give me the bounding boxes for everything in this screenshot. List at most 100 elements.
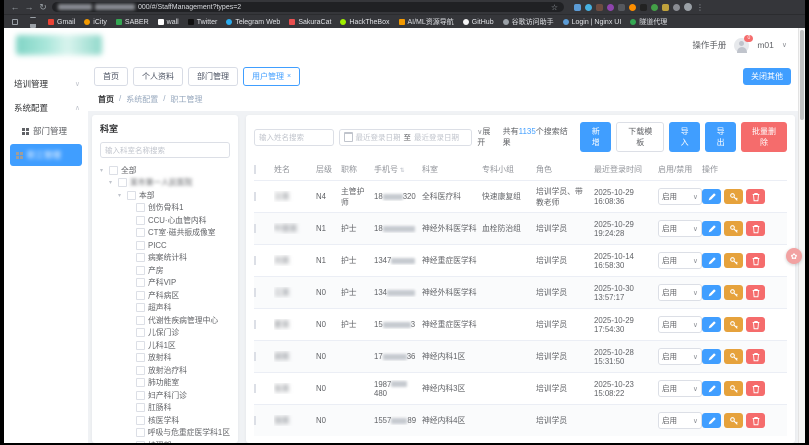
tree-node[interactable]: CCU·心血管内科 xyxy=(100,214,230,227)
tree-caret-icon[interactable]: ▾ xyxy=(100,167,106,174)
extension-icon[interactable] xyxy=(607,4,614,11)
edit-button[interactable] xyxy=(702,349,721,364)
sidebar-item[interactable]: 职工管理 xyxy=(10,144,82,166)
bookmark-item[interactable] xyxy=(12,19,21,25)
bookmark-item[interactable]: SakuraCat xyxy=(289,19,331,26)
tree-checkbox[interactable] xyxy=(136,203,145,212)
tree-checkbox[interactable] xyxy=(136,316,145,325)
login-date-range-picker[interactable]: 最近登录日期 至 最近登录日期 xyxy=(339,129,473,146)
tree-node[interactable]: 呼吸与危重症医学科1区 xyxy=(100,427,230,440)
tree-checkbox[interactable] xyxy=(136,378,145,387)
browser-profile-avatar[interactable] xyxy=(684,3,692,11)
back-icon[interactable]: ← xyxy=(10,0,20,14)
edit-button[interactable] xyxy=(702,285,721,300)
breadcrumb-item[interactable]: 系统配置 xyxy=(126,94,158,105)
extension-icon[interactable] xyxy=(640,4,647,11)
row-checkbox[interactable] xyxy=(254,384,256,393)
tree-caret-icon[interactable]: ▾ xyxy=(118,192,124,199)
status-select[interactable]: 启用∨ xyxy=(658,252,702,269)
bookmark-item[interactable]: iCity xyxy=(84,19,107,26)
user-avatar[interactable]: 0 xyxy=(734,38,749,53)
row-checkbox[interactable] xyxy=(254,320,256,329)
tree-node[interactable]: CT室·磁共振成像室 xyxy=(100,227,230,240)
bookmark-item[interactable] xyxy=(30,17,39,28)
bookmark-item[interactable]: 隧道代理 xyxy=(630,17,667,27)
extension-icon[interactable] xyxy=(651,4,658,11)
status-select[interactable]: 启用∨ xyxy=(658,348,702,365)
tree-checkbox[interactable] xyxy=(136,303,145,312)
bookmark-item[interactable]: 谷歌访问助手 xyxy=(503,17,554,27)
delete-button[interactable] xyxy=(746,349,765,364)
delete-button[interactable] xyxy=(746,221,765,236)
tab-个人资料[interactable]: 个人资料 xyxy=(133,67,183,86)
bookmark-item[interactable]: wall xyxy=(158,19,179,26)
row-checkbox[interactable] xyxy=(254,192,256,201)
sidebar-item[interactable]: 部门管理 xyxy=(4,120,88,142)
tab-部门管理[interactable]: 部门管理 xyxy=(188,67,238,86)
expand-filters-link[interactable]: ∨展开 xyxy=(477,126,497,148)
tree-node[interactable]: 护理部 xyxy=(100,439,230,443)
reset-password-button[interactable] xyxy=(724,221,743,236)
feedback-float-button[interactable]: ✿ xyxy=(786,248,802,264)
tree-node[interactable]: 儿科1区 xyxy=(100,339,230,352)
tree-node[interactable]: 肛肠科 xyxy=(100,402,230,415)
tree-node[interactable]: 创伤骨科1 xyxy=(100,202,230,215)
extension-icon[interactable] xyxy=(574,4,581,11)
tree-node[interactable]: ▾某市第一人民医院 xyxy=(100,177,230,190)
edit-button[interactable] xyxy=(702,221,721,236)
bookmark-item[interactable]: GitHub xyxy=(463,19,494,26)
导出-button[interactable]: 导出 xyxy=(705,122,736,152)
status-select[interactable]: 启用∨ xyxy=(658,220,702,237)
bookmark-item[interactable]: Login | Nginx UI xyxy=(563,19,622,26)
tree-checkbox[interactable] xyxy=(109,166,118,175)
forward-icon[interactable]: → xyxy=(24,0,34,14)
row-checkbox[interactable] xyxy=(254,224,256,233)
reset-password-button[interactable] xyxy=(724,253,743,268)
status-select[interactable]: 启用∨ xyxy=(658,188,702,205)
tree-node[interactable]: 放射科 xyxy=(100,352,230,365)
tree-node[interactable]: 妇产科门诊 xyxy=(100,389,230,402)
tree-checkbox[interactable] xyxy=(136,353,145,362)
delete-button[interactable] xyxy=(746,317,765,332)
tree-checkbox[interactable] xyxy=(136,228,145,237)
edit-button[interactable] xyxy=(702,189,721,204)
page-scrollbar[interactable] xyxy=(798,28,805,443)
extension-icon[interactable] xyxy=(618,4,625,11)
manual-link[interactable]: 操作手册 xyxy=(692,39,726,51)
tree-node[interactable]: 产科VIP xyxy=(100,277,230,290)
tree-checkbox[interactable] xyxy=(136,441,145,443)
name-search-input[interactable]: 输入姓名搜索 xyxy=(254,129,334,146)
tree-checkbox[interactable] xyxy=(136,391,145,400)
reset-password-button[interactable] xyxy=(724,413,743,428)
extension-icon[interactable] xyxy=(585,4,592,11)
tree-checkbox[interactable] xyxy=(136,428,145,437)
row-checkbox[interactable] xyxy=(254,352,256,361)
tree-node[interactable]: ▾全部 xyxy=(100,164,230,177)
tab-用户管理[interactable]: 用户管理× xyxy=(243,67,300,86)
close-others-button[interactable]: 关闭其他 xyxy=(743,68,791,85)
bookmark-item[interactable]: Gmail xyxy=(48,19,75,26)
sidebar-group-training[interactable]: 培训管理∨ xyxy=(4,72,88,96)
tree-checkbox[interactable] xyxy=(136,366,145,375)
row-checkbox[interactable] xyxy=(254,288,256,297)
新增-button[interactable]: 新增 xyxy=(580,122,611,152)
close-tab-icon[interactable]: × xyxy=(287,73,291,80)
tree-checkbox[interactable] xyxy=(136,278,145,287)
extension-icon[interactable] xyxy=(673,4,680,11)
extension-icon[interactable] xyxy=(596,4,603,11)
下载模板-button[interactable]: 下载模板 xyxy=(616,122,664,152)
导入-button[interactable]: 导入 xyxy=(669,122,700,152)
批量删除-button[interactable]: 批量删除 xyxy=(741,122,787,152)
column-header-phone[interactable]: 手机号 ⇅ xyxy=(374,164,422,175)
reset-password-button[interactable] xyxy=(724,349,743,364)
reset-password-button[interactable] xyxy=(724,381,743,396)
select-all-checkbox[interactable] xyxy=(254,165,256,174)
tree-checkbox[interactable] xyxy=(136,216,145,225)
delete-button[interactable] xyxy=(746,253,765,268)
reset-password-button[interactable] xyxy=(724,189,743,204)
tab-首页[interactable]: 首页 xyxy=(94,67,128,86)
bookmark-item[interactable]: HackTheBox xyxy=(340,19,389,26)
tree-node[interactable]: 产科病区 xyxy=(100,289,230,302)
tree-checkbox[interactable] xyxy=(127,191,136,200)
tree-node[interactable]: 代谢性疾病管理中心 xyxy=(100,314,230,327)
